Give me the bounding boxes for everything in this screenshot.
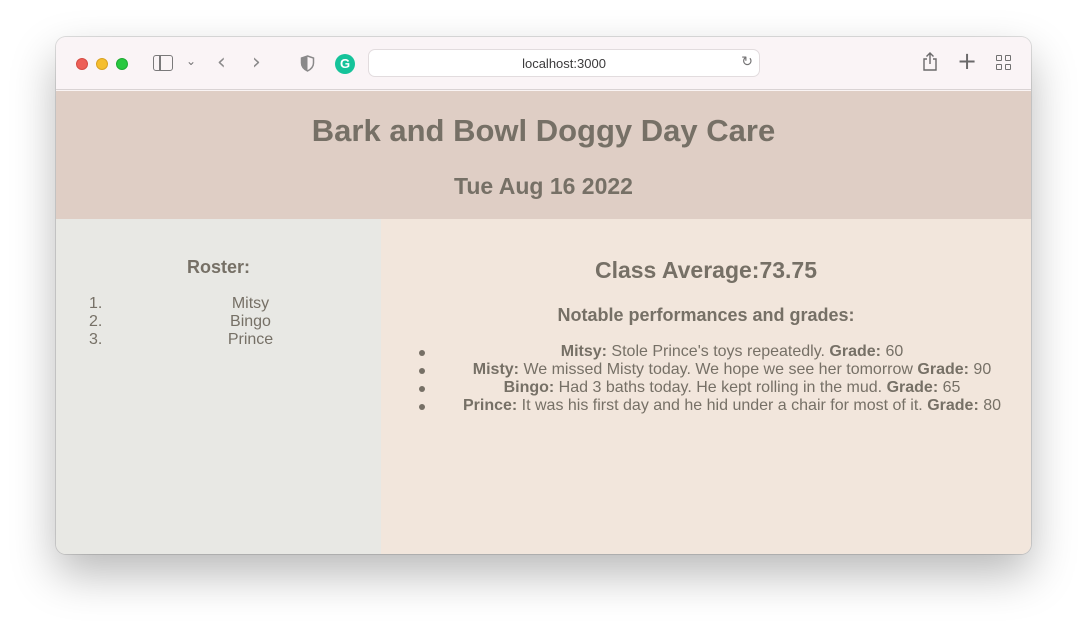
address-bar[interactable]: localhost:3000 ↻ xyxy=(368,49,760,77)
performance-panel: Class Average:73.75 Notable performances… xyxy=(381,219,1031,554)
performance-item: Prince: It was his first day and he hid … xyxy=(381,397,1031,415)
sidebar-toggle-icon[interactable] xyxy=(153,55,173,71)
page-content: Bark and Bowl Doggy Day Care Tue Aug 16 … xyxy=(56,91,1031,554)
page-header: Bark and Bowl Doggy Day Care Tue Aug 16 … xyxy=(56,91,1031,219)
close-window-button[interactable] xyxy=(76,58,88,70)
grade-value: 65 xyxy=(942,379,961,396)
performance-item: Bingo: Had 3 baths today. He kept rollin… xyxy=(381,379,1031,397)
class-average: Class Average:73.75 xyxy=(594,257,818,283)
dog-name: Misty: xyxy=(472,361,519,378)
performance-note: Had 3 baths today. He kept rolling in th… xyxy=(554,379,883,396)
browser-window: ⌄ ‹ › G localhost:3000 ↻ + Bark and Bowl… xyxy=(56,37,1031,554)
performance-item: Mitsy: Stole Prince's toys repeatedly. G… xyxy=(381,343,1031,361)
grammarly-extension-icon[interactable]: G xyxy=(335,54,355,74)
roster-item-name: Mitsy xyxy=(231,295,270,312)
roster-item-number: 3. xyxy=(89,331,103,348)
notable-heading: Notable performances and grades: xyxy=(557,305,855,325)
grade-value: 90 xyxy=(973,361,992,378)
performance-item: Misty: We missed Misty today. We hope we… xyxy=(381,361,1031,379)
performance-list: Mitsy: Stole Prince's toys repeatedly. G… xyxy=(381,343,1031,415)
performance-note: We missed Misty today. We hope we see he… xyxy=(519,361,913,378)
roster-item-number: 2. xyxy=(89,313,103,330)
dog-name: Bingo: xyxy=(503,379,555,396)
share-icon[interactable] xyxy=(922,52,938,72)
grade-label: Grade: xyxy=(917,361,969,378)
grade-label: Grade: xyxy=(829,343,881,360)
back-arrow-icon[interactable]: ‹ xyxy=(217,50,226,75)
roster-item-name: Bingo xyxy=(230,313,271,330)
reload-icon[interactable]: ↻ xyxy=(741,54,753,70)
url-text: localhost:3000 xyxy=(522,56,606,71)
performance-note: Stole Prince's toys repeatedly. xyxy=(606,343,825,360)
chevron-down-icon[interactable]: ⌄ xyxy=(186,54,196,68)
grade-value: 80 xyxy=(983,397,1002,414)
forward-arrow-icon[interactable]: › xyxy=(252,50,261,75)
minimize-window-button[interactable] xyxy=(96,58,108,70)
roster-item: 1. Mitsy xyxy=(56,295,381,313)
roster-item-name: Prince xyxy=(227,331,274,348)
privacy-shield-icon[interactable] xyxy=(300,55,315,72)
roster-item-number: 1. xyxy=(89,295,103,312)
performance-note: It was his first day and he hid under a … xyxy=(517,397,923,414)
roster-list: 1. Mitsy 2. Bingo 3. Prince xyxy=(56,295,381,349)
page-title: Bark and Bowl Doggy Day Care xyxy=(311,113,776,148)
roster-heading: Roster: xyxy=(186,257,250,277)
grade-label: Grade: xyxy=(927,397,979,414)
roster-item: 2. Bingo xyxy=(56,313,381,331)
dog-name: Mitsy: xyxy=(560,343,607,360)
roster-panel: Roster: 1. Mitsy 2. Bingo 3. Prince xyxy=(56,219,381,554)
grade-label: Grade: xyxy=(886,379,939,396)
page-date: Tue Aug 16 2022 xyxy=(454,173,633,199)
zoom-window-button[interactable] xyxy=(116,58,128,70)
dog-name: Prince: xyxy=(462,397,518,414)
browser-toolbar: ⌄ ‹ › G localhost:3000 ↻ + xyxy=(56,37,1031,90)
tab-overview-icon[interactable] xyxy=(996,55,1012,71)
grade-value: 60 xyxy=(885,343,904,360)
roster-item: 3. Prince xyxy=(56,331,381,349)
new-tab-plus-icon[interactable]: + xyxy=(957,47,977,75)
